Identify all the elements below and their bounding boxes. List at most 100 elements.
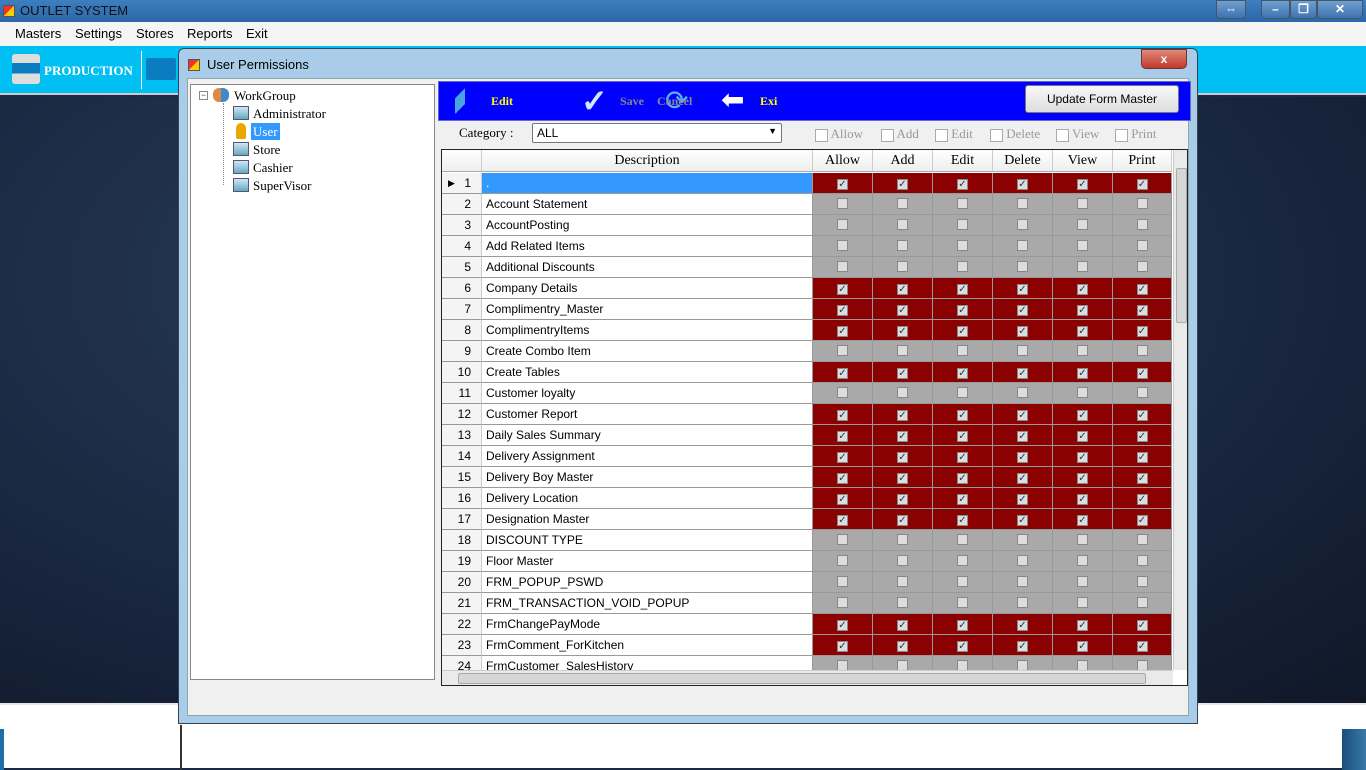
permission-checkbox-cell[interactable]: ✓ bbox=[813, 635, 873, 656]
row-header[interactable]: 6 bbox=[442, 278, 482, 299]
permission-checkbox-cell[interactable]: ✓ bbox=[1053, 614, 1113, 635]
checkbox[interactable]: ✓ bbox=[837, 410, 848, 421]
permission-checkbox-cell[interactable]: ✓ bbox=[1113, 467, 1172, 488]
permission-checkbox-cell[interactable]: ✓ bbox=[1113, 278, 1172, 299]
checkbox[interactable] bbox=[837, 534, 848, 545]
checkbox[interactable]: ✓ bbox=[957, 326, 968, 337]
permission-checkbox-cell[interactable] bbox=[933, 593, 993, 614]
checkbox[interactable]: ✓ bbox=[957, 305, 968, 316]
checkbox[interactable]: ✓ bbox=[837, 515, 848, 526]
checkbox[interactable] bbox=[1077, 198, 1088, 209]
production-button[interactable]: PRODUCTION bbox=[44, 63, 133, 79]
resize-icon[interactable]: ⇔ bbox=[1216, 0, 1246, 19]
scroll-thumb[interactable] bbox=[1176, 168, 1187, 323]
checkbox[interactable] bbox=[1136, 597, 1148, 608]
checkbox[interactable]: ✓ bbox=[957, 620, 968, 631]
description-cell[interactable]: AccountPosting bbox=[482, 215, 813, 236]
checkbox[interactable]: ✓ bbox=[837, 368, 848, 379]
checkbox[interactable] bbox=[1136, 345, 1148, 356]
checkbox[interactable] bbox=[1017, 555, 1028, 566]
checkbox[interactable] bbox=[1136, 261, 1148, 272]
checkbox[interactable] bbox=[1077, 240, 1088, 251]
permission-checkbox-cell[interactable] bbox=[1113, 572, 1172, 593]
permission-checkbox-cell[interactable]: ✓ bbox=[813, 278, 873, 299]
description-cell[interactable]: Delivery Location bbox=[482, 488, 813, 509]
permission-checkbox-cell[interactable]: ✓ bbox=[933, 173, 993, 194]
permission-checkbox-cell[interactable] bbox=[933, 215, 993, 236]
vertical-scrollbar[interactable] bbox=[1173, 150, 1187, 670]
checkbox[interactable]: ✓ bbox=[1136, 305, 1148, 316]
permission-checkbox-cell[interactable] bbox=[1113, 257, 1172, 278]
permission-checkbox-cell[interactable]: ✓ bbox=[1113, 404, 1172, 425]
permission-checkbox-cell[interactable]: ✓ bbox=[933, 446, 993, 467]
row-header[interactable]: 8 bbox=[442, 320, 482, 341]
tree-node-store[interactable]: Store bbox=[251, 141, 282, 158]
row-header[interactable]: 10 bbox=[442, 362, 482, 383]
permission-checkbox-cell[interactable] bbox=[873, 572, 933, 593]
permission-checkbox-cell[interactable]: ✓ bbox=[993, 425, 1053, 446]
permission-checkbox-cell[interactable]: ✓ bbox=[873, 488, 933, 509]
permission-checkbox-cell[interactable]: ✓ bbox=[993, 488, 1053, 509]
permission-checkbox-cell[interactable]: ✓ bbox=[873, 635, 933, 656]
permission-checkbox-cell[interactable] bbox=[993, 383, 1053, 404]
category-select[interactable]: ALL ▼ bbox=[532, 123, 782, 143]
checkbox[interactable]: ✓ bbox=[897, 326, 908, 337]
checkbox[interactable]: ✓ bbox=[957, 431, 968, 442]
checkbox[interactable]: ✓ bbox=[897, 494, 908, 505]
dialog-close-button[interactable]: x bbox=[1141, 49, 1187, 69]
permission-checkbox-cell[interactable] bbox=[813, 341, 873, 362]
menu-stores[interactable]: Stores bbox=[136, 26, 174, 41]
checkbox[interactable]: ✓ bbox=[837, 284, 848, 295]
permission-checkbox-cell[interactable] bbox=[993, 551, 1053, 572]
checkbox[interactable] bbox=[897, 345, 908, 356]
permission-checkbox-cell[interactable]: ✓ bbox=[933, 635, 993, 656]
row-header[interactable]: 13 bbox=[442, 425, 482, 446]
checkbox[interactable] bbox=[957, 219, 968, 230]
permission-checkbox-cell[interactable] bbox=[873, 593, 933, 614]
permission-checkbox-cell[interactable] bbox=[813, 215, 873, 236]
checkbox[interactable]: ✓ bbox=[1017, 305, 1028, 316]
checkbox[interactable]: ✓ bbox=[1017, 431, 1028, 442]
permission-checkbox-cell[interactable]: ✓ bbox=[873, 446, 933, 467]
row-header[interactable]: 16 bbox=[442, 488, 482, 509]
checkbox[interactable]: ✓ bbox=[1077, 473, 1088, 484]
permission-checkbox-cell[interactable]: ✓ bbox=[813, 446, 873, 467]
permission-checkbox-cell[interactable] bbox=[813, 236, 873, 257]
permission-checkbox-cell[interactable] bbox=[1053, 593, 1113, 614]
permission-checkbox-cell[interactable] bbox=[873, 341, 933, 362]
description-cell[interactable]: Customer loyalty bbox=[482, 383, 813, 404]
checkbox[interactable] bbox=[897, 555, 908, 566]
checkbox[interactable]: ✓ bbox=[1077, 305, 1088, 316]
permission-checkbox-cell[interactable]: ✓ bbox=[813, 320, 873, 341]
checkbox[interactable] bbox=[837, 198, 848, 209]
horizontal-scrollbar[interactable] bbox=[442, 670, 1173, 685]
permission-checkbox-cell[interactable] bbox=[813, 194, 873, 215]
workgroup-tree[interactable]: − WorkGroup Administrator User Store Cas… bbox=[190, 84, 435, 680]
permission-checkbox-cell[interactable] bbox=[1053, 194, 1113, 215]
checkbox[interactable]: ✓ bbox=[957, 368, 968, 379]
permission-checkbox-cell[interactable] bbox=[933, 341, 993, 362]
filter-add[interactable]: Add bbox=[881, 126, 919, 142]
permission-checkbox-cell[interactable]: ✓ bbox=[993, 635, 1053, 656]
checkbox[interactable]: ✓ bbox=[1136, 368, 1148, 379]
permission-checkbox-cell[interactable] bbox=[993, 236, 1053, 257]
description-cell[interactable]: Floor Master bbox=[482, 551, 813, 572]
checkbox[interactable] bbox=[1017, 198, 1028, 209]
permission-checkbox-cell[interactable]: ✓ bbox=[933, 362, 993, 383]
cancel-button[interactable]: Cancel bbox=[657, 94, 692, 109]
description-cell[interactable]: FrmChangePayMode bbox=[482, 614, 813, 635]
description-cell[interactable]: Company Details bbox=[482, 278, 813, 299]
permission-checkbox-cell[interactable] bbox=[933, 194, 993, 215]
permission-checkbox-cell[interactable]: ✓ bbox=[1053, 278, 1113, 299]
permission-checkbox-cell[interactable]: ✓ bbox=[1113, 488, 1172, 509]
permission-checkbox-cell[interactable] bbox=[1113, 236, 1172, 257]
permission-checkbox-cell[interactable] bbox=[1113, 530, 1172, 551]
permission-checkbox-cell[interactable]: ✓ bbox=[1053, 488, 1113, 509]
filter-edit[interactable]: Edit bbox=[935, 126, 973, 142]
permission-checkbox-cell[interactable]: ✓ bbox=[1053, 425, 1113, 446]
permission-checkbox-cell[interactable]: ✓ bbox=[1053, 362, 1113, 383]
permission-checkbox-cell[interactable]: ✓ bbox=[1053, 173, 1113, 194]
description-cell[interactable]: DISCOUNT TYPE bbox=[482, 530, 813, 551]
permission-checkbox-cell[interactable] bbox=[813, 530, 873, 551]
checkbox[interactable]: ✓ bbox=[897, 368, 908, 379]
